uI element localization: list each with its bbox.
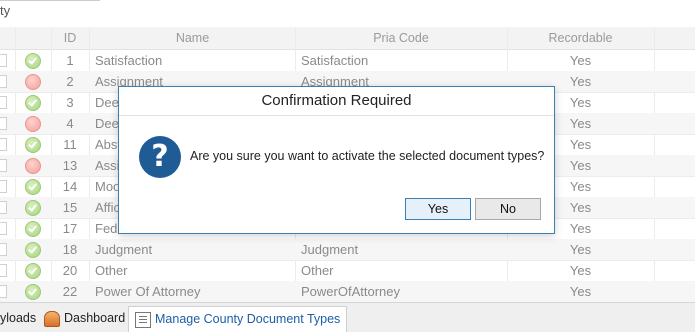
row-checkbox[interactable]	[0, 75, 7, 88]
row-checkbox[interactable]	[0, 243, 7, 256]
column-header-id[interactable]: ID	[55, 31, 85, 45]
row-checkbox[interactable]	[0, 138, 7, 151]
county-label: ty	[0, 3, 11, 18]
cell-pria-code: PowerOfAttorney	[301, 284, 400, 299]
row-checkbox[interactable]	[0, 159, 7, 172]
row-checkbox[interactable]	[0, 54, 7, 67]
no-button[interactable]: No	[475, 198, 541, 220]
column-header-name[interactable]: Name	[90, 31, 295, 45]
active-status-icon	[25, 284, 41, 300]
tab-label: yloads	[0, 311, 37, 325]
column-header-recordable[interactable]: Recordable	[508, 31, 653, 45]
cell-pria-code: Satisfaction	[301, 53, 369, 68]
tab-downloads[interactable]: yloads	[0, 306, 36, 331]
cell-id: 11	[63, 137, 77, 152]
cell-id: 20	[62, 263, 78, 278]
table-row[interactable]: 20 Other Other Yes	[0, 260, 695, 282]
active-status-icon	[25, 179, 41, 195]
dialog-message: Are you sure you want to activate the se…	[190, 149, 545, 163]
active-status-icon	[25, 95, 41, 111]
top-bar: ty	[0, 0, 695, 26]
active-status-icon	[25, 221, 41, 237]
cell-id: 14	[62, 179, 78, 194]
cell-pria-code: Judgment	[301, 242, 359, 257]
yes-button[interactable]: Yes	[405, 198, 471, 220]
cell-name: Judgment	[95, 242, 153, 257]
cell-id: 3	[66, 95, 74, 110]
cell-name: Power Of Attorney	[95, 284, 201, 299]
document-list-icon	[135, 311, 151, 328]
table-row[interactable]: 18 Judgment Judgment Yes	[0, 239, 695, 261]
cell-id: 4	[66, 116, 74, 131]
column-header-pria-code[interactable]: Pria Code	[296, 31, 506, 45]
active-status-icon	[25, 242, 41, 258]
cell-recordable: Yes	[569, 242, 592, 257]
question-icon: ?	[139, 136, 181, 178]
cell-id: 1	[66, 53, 74, 68]
tab-label: Dashboard	[64, 311, 126, 325]
cell-id: 18	[62, 242, 78, 257]
cell-name: Satisfaction	[95, 53, 163, 68]
row-checkbox[interactable]	[0, 117, 7, 130]
dialog-body: ? Are you sure you want to activate the …	[119, 116, 554, 233]
cell-id: 2	[66, 74, 74, 89]
cell-id: 22	[62, 284, 78, 299]
table-row[interactable]: 1 Satisfaction Satisfaction Yes	[0, 50, 695, 72]
active-status-icon	[25, 200, 41, 216]
cell-id: 15	[62, 200, 78, 215]
row-checkbox[interactable]	[0, 201, 7, 214]
cell-recordable: Yes	[569, 284, 592, 299]
inactive-status-icon	[25, 158, 41, 174]
row-checkbox[interactable]	[0, 264, 7, 277]
dashboard-icon	[44, 310, 60, 327]
tab-manage-county-document-types[interactable]: Manage County Document Types	[128, 306, 348, 332]
inactive-status-icon	[25, 116, 41, 132]
active-status-icon	[25, 137, 41, 153]
tab-label: Manage County Document Types	[155, 312, 341, 326]
cell-recordable: Yes	[569, 53, 592, 68]
cell-id: 17	[62, 221, 78, 236]
cell-pria-code: Other	[301, 263, 334, 278]
row-checkbox[interactable]	[0, 222, 7, 235]
tab-bar: yloads Dashboard Manage County Document …	[0, 302, 695, 332]
row-checkbox[interactable]	[0, 180, 7, 193]
cell-name: Other	[95, 263, 128, 278]
active-status-icon	[25, 53, 41, 69]
grid-header: ID Name Pria Code Recordable	[0, 27, 695, 50]
cell-recordable: Yes	[569, 263, 592, 278]
row-checkbox[interactable]	[0, 285, 7, 298]
row-checkbox[interactable]	[0, 96, 7, 109]
cell-id: 13	[62, 158, 78, 173]
tab-dashboard[interactable]: Dashboard	[44, 306, 125, 331]
active-status-icon	[25, 263, 41, 279]
dialog-title: Confirmation Required	[119, 87, 554, 116]
table-row[interactable]: 22 Power Of Attorney PowerOfAttorney Yes	[0, 281, 695, 303]
inactive-status-icon	[25, 74, 41, 90]
top-divider	[0, 0, 100, 1]
confirmation-dialog: Confirmation Required ? Are you sure you…	[118, 86, 555, 234]
